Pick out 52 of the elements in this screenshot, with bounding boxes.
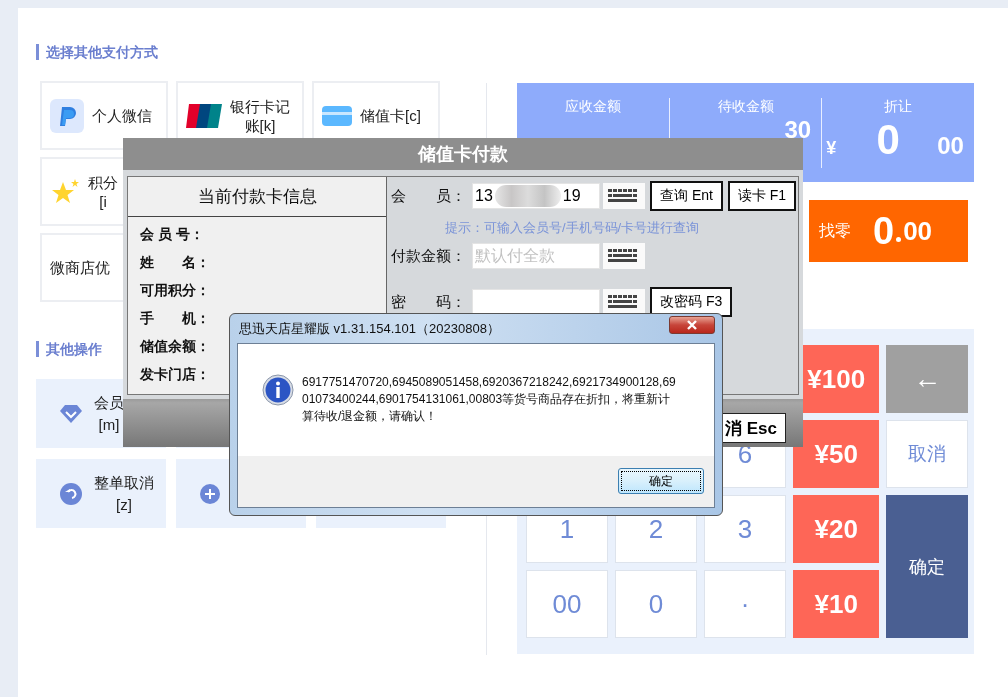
read-card-button[interactable]: 读卡 F1 xyxy=(727,181,797,211)
digit-key[interactable]: 00 xyxy=(526,570,608,638)
digit-key[interactable]: 3 xyxy=(704,495,786,563)
keyboard-icon[interactable] xyxy=(603,183,645,209)
field-label: 付款金额： xyxy=(391,246,467,266)
wallet-p-icon xyxy=(50,98,84,133)
payment-method-label: 个人微信 xyxy=(92,106,152,125)
cancel-key[interactable]: 取消 xyxy=(886,420,968,488)
query-button[interactable]: 查询 Ent xyxy=(650,181,723,211)
diamond-icon xyxy=(60,403,82,424)
close-button[interactable] xyxy=(669,316,715,334)
field-label: 会 员： xyxy=(391,186,467,206)
info-panel-title: 当前付款卡信息 xyxy=(128,177,386,217)
section-title: 选择其他支付方式 xyxy=(36,44,486,60)
change-integer: 0 xyxy=(873,209,895,253)
amount-label: 应收金额 xyxy=(563,97,622,116)
confirm-key[interactable]: 确定 xyxy=(886,495,968,638)
dialog-title: 储值卡付款 xyxy=(123,138,803,170)
dialog-title: 思迅天店星耀版 v1.31.154.101（20230808） xyxy=(239,319,500,338)
payment-method-label: 微商店优 xyxy=(50,258,110,277)
amount-label: 待收金额 xyxy=(716,97,775,116)
change-label: 找零 xyxy=(819,220,851,241)
amount-integer: 0 xyxy=(876,115,900,163)
bank-card-icon xyxy=(186,103,222,128)
member-input-field[interactable]: 13 19 xyxy=(472,183,600,209)
keyboard-icon[interactable] xyxy=(603,289,645,315)
amount-decimals: 00 xyxy=(937,131,964,159)
change-decimals: 00 xyxy=(903,215,933,247)
payment-method-label: 银行卡记 账[k] xyxy=(230,96,290,135)
card-icon xyxy=(322,105,352,126)
message-text: 6917751470720,6945089051458,6920367218242,6921734900128,6901073400244,6901754131061,00803等货号商品存在折扣，将重新计算待收/退金额，请确认！ xyxy=(302,374,677,425)
close-icon xyxy=(686,320,698,330)
info-icon xyxy=(262,374,294,406)
operation-tile[interactable]: 整单取消 [z] xyxy=(36,459,166,528)
cancel-button[interactable]: 消 Esc xyxy=(720,413,786,443)
password-input-field[interactable] xyxy=(472,289,600,315)
field-label: 密 码： xyxy=(391,292,467,312)
digit-key[interactable]: · xyxy=(704,570,786,638)
payment-method-label: 储值卡[c] xyxy=(360,106,421,125)
operation-label: 整单取消 [z] xyxy=(94,472,154,515)
digit-key[interactable]: 0 xyxy=(615,570,697,638)
undo-icon xyxy=(60,482,82,505)
operation-label: 会员 [m] xyxy=(94,392,124,435)
ok-button[interactable]: 确定 xyxy=(618,468,704,494)
currency-sign: ¥ xyxy=(826,137,837,158)
payment-method-label: 积分 [i xyxy=(88,172,118,211)
plus-icon xyxy=(200,483,220,504)
keyboard-icon[interactable] xyxy=(603,243,645,269)
hint-text: 提示：可输入会员号/手机号码/卡号进行查询 xyxy=(445,219,701,237)
amount-input-field[interactable]: 默认付全款 xyxy=(472,243,600,269)
amount-label: 折让 xyxy=(883,97,914,116)
decimal-dot xyxy=(896,237,902,242)
